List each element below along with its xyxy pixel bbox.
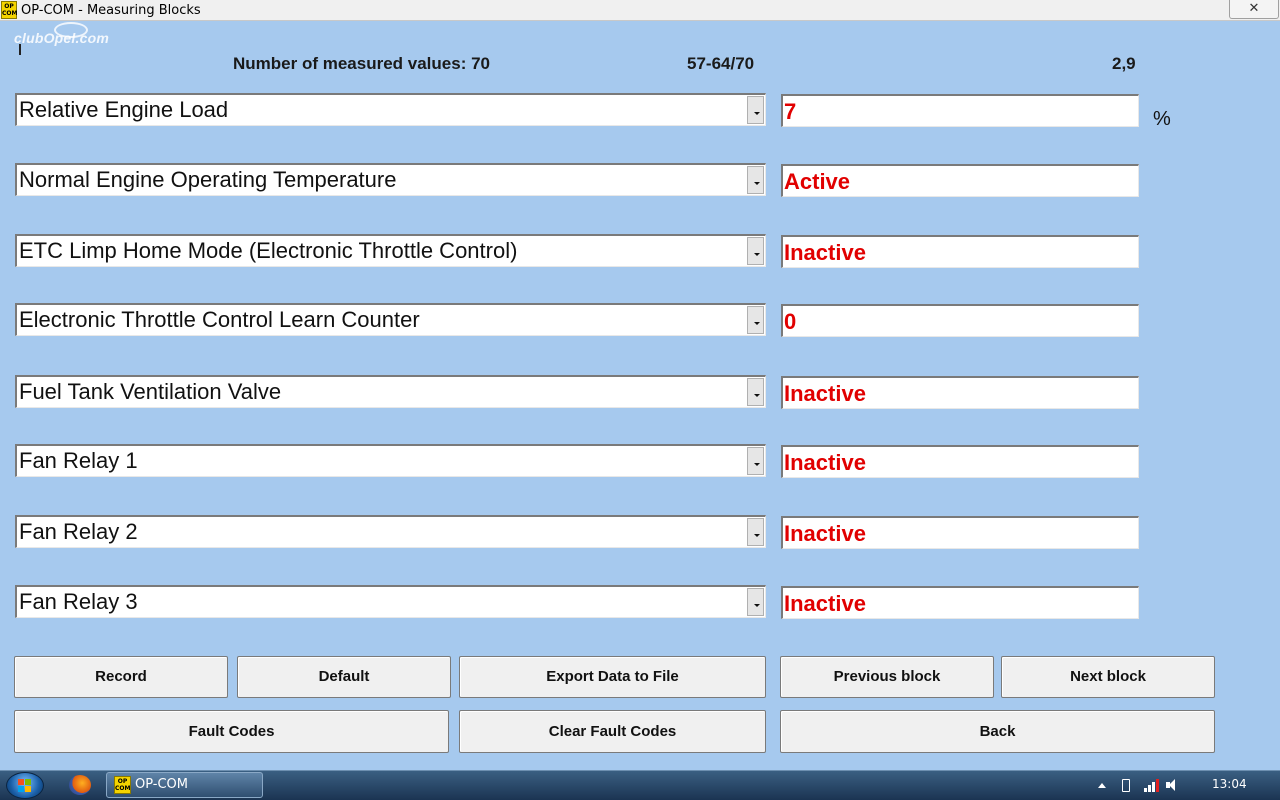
parameter-value-7: Inactive <box>781 516 1139 549</box>
parameter-label: ETC Limp Home Mode (Electronic Throttle … <box>19 238 518 263</box>
chevron-down-icon[interactable] <box>747 306 764 334</box>
taskbar-item-label: OP-COM <box>135 777 189 792</box>
default-button[interactable]: Default <box>237 656 451 698</box>
parameter-label: Relative Engine Load <box>19 97 229 122</box>
parameter-value-5: Inactive <box>781 376 1139 409</box>
chevron-down-icon[interactable] <box>747 378 764 406</box>
parameter-label: Fan Relay 2 <box>19 519 138 544</box>
measured-values-count: Number of measured values: 70 <box>233 54 490 73</box>
record-button[interactable]: Record <box>14 656 228 698</box>
previous-block-button[interactable]: Previous block <box>780 656 994 698</box>
parameter-value-3: Inactive <box>781 235 1139 268</box>
refresh-rate: 2,9 <box>1112 54 1136 73</box>
chevron-down-icon[interactable] <box>747 518 764 546</box>
app-icon: OP COM <box>1 1 18 19</box>
next-block-button[interactable]: Next block <box>1001 656 1215 698</box>
value-text: Active <box>784 169 851 194</box>
chevron-down-icon[interactable] <box>747 237 764 265</box>
window-title: OP-COM - Measuring Blocks <box>21 3 201 18</box>
parameter-select-1[interactable]: Relative Engine Load <box>15 93 766 126</box>
chevron-down-icon[interactable] <box>747 447 764 475</box>
parameter-value-4: 0 <box>781 304 1139 337</box>
watermark: clubOpel.com <box>14 30 109 46</box>
parameter-select-4[interactable]: Electronic Throttle Control Learn Counte… <box>15 303 766 336</box>
value-text: Inactive <box>784 240 866 265</box>
parameter-select-8[interactable]: Fan Relay 3 <box>15 585 766 618</box>
value-text: Inactive <box>784 381 866 406</box>
network-signal-icon[interactable] <box>1144 778 1160 792</box>
parameter-label: Fuel Tank Ventilation Valve <box>19 379 282 404</box>
value-text: Inactive <box>784 521 866 546</box>
back-button[interactable]: Back <box>780 710 1215 753</box>
parameter-select-6[interactable]: Fan Relay 1 <box>15 444 766 477</box>
value-text: Inactive <box>784 591 866 616</box>
value-text: 0 <box>784 309 797 334</box>
cursor-mark <box>19 44 21 55</box>
app-icon: OP COM <box>114 776 131 794</box>
value-text: 7 <box>784 99 797 124</box>
parameter-value-1: 7 <box>781 94 1139 127</box>
title-bar: OP COM OP-COM - Measuring Blocks ✕ <box>0 0 1280 21</box>
parameter-select-5[interactable]: Fuel Tank Ventilation Valve <box>15 375 766 408</box>
unit-label: % <box>1153 108 1171 130</box>
clock[interactable]: 13:04 <box>1212 777 1247 791</box>
battery-icon[interactable] <box>1122 779 1130 792</box>
parameter-value-2: Active <box>781 164 1139 197</box>
volume-icon[interactable] <box>1166 779 1180 791</box>
chevron-down-icon[interactable] <box>747 96 764 124</box>
parameter-label: Fan Relay 1 <box>19 448 138 473</box>
export-data-button[interactable]: Export Data to File <box>459 656 766 698</box>
clear-fault-codes-button[interactable]: Clear Fault Codes <box>459 710 766 753</box>
parameter-select-7[interactable]: Fan Relay 2 <box>15 515 766 548</box>
chevron-down-icon[interactable] <box>747 166 764 194</box>
fault-codes-button[interactable]: Fault Codes <box>14 710 449 753</box>
parameter-label: Fan Relay 3 <box>19 589 138 614</box>
value-text: Inactive <box>784 450 866 475</box>
firefox-icon[interactable] <box>69 775 91 795</box>
parameter-value-6: Inactive <box>781 445 1139 478</box>
windows-logo-icon <box>18 779 32 792</box>
block-range: 57-64/70 <box>687 54 755 73</box>
show-hidden-icons-icon[interactable] <box>1098 783 1106 788</box>
parameter-value-8: Inactive <box>781 586 1139 619</box>
parameter-label: Normal Engine Operating Temperature <box>19 167 397 192</box>
parameter-select-3[interactable]: ETC Limp Home Mode (Electronic Throttle … <box>15 234 766 267</box>
parameter-select-2[interactable]: Normal Engine Operating Temperature <box>15 163 766 196</box>
parameter-label: Electronic Throttle Control Learn Counte… <box>19 307 420 332</box>
chevron-down-icon[interactable] <box>747 588 764 616</box>
close-button[interactable]: ✕ <box>1229 0 1279 19</box>
